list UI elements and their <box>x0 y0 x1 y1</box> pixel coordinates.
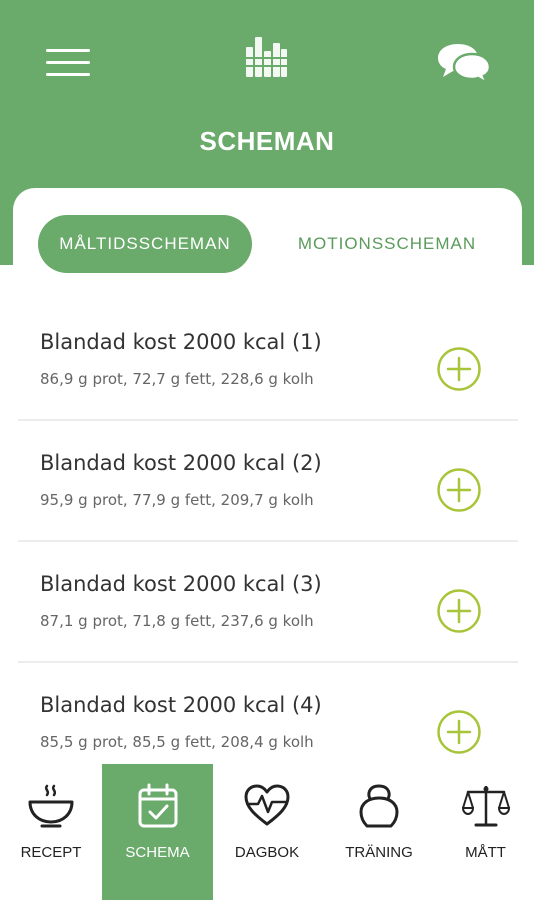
nav-item-dagbok[interactable]: DAGBOK <box>213 764 321 900</box>
plan-title: Blandad kost 2000 kcal (3) <box>40 572 322 596</box>
calendar-icon <box>138 783 177 828</box>
scale-icon <box>461 786 510 827</box>
list-item[interactable]: Blandad kost 2000 kcal (3) 87,1 g prot, … <box>0 542 534 663</box>
bowl-icon <box>28 784 74 828</box>
app-logo-icon <box>246 37 287 77</box>
plan-macros: 85,5 g prot, 85,5 g fett, 208,4 g kolh <box>40 733 314 751</box>
plus-circle-icon[interactable] <box>436 467 482 513</box>
nav-label: MÅTT <box>465 844 506 861</box>
bottom-nav: RECEPT SCHEMA DAGBOK TRÄNING MÅTT <box>0 764 534 900</box>
kettlebell-icon <box>359 784 399 828</box>
plus-circle-icon[interactable] <box>436 346 482 392</box>
chat-icon[interactable] <box>436 40 492 84</box>
heartbeat-icon <box>244 784 290 826</box>
nav-label: TRÄNING <box>345 844 413 861</box>
tab-motionsscheman[interactable]: MOTIONSSCHEMAN <box>282 215 492 273</box>
menu-icon[interactable] <box>46 46 92 78</box>
plan-macros: 95,9 g prot, 77,9 g fett, 209,7 g kolh <box>40 491 314 509</box>
nav-item-recept[interactable]: RECEPT <box>0 764 102 900</box>
tab-maltidsscheman[interactable]: MÅLTIDSSCHEMAN <box>38 215 252 273</box>
nav-item-schema[interactable]: SCHEMA <box>102 764 213 900</box>
nav-label: DAGBOK <box>234 844 300 861</box>
plan-macros: 87,1 g prot, 71,8 g fett, 237,6 g kolh <box>40 612 314 630</box>
page-title: SCHEMAN <box>199 126 335 156</box>
list-item[interactable]: Blandad kost 2000 kcal (2) 95,9 g prot, … <box>0 421 534 542</box>
nav-item-traning[interactable]: TRÄNING <box>321 764 437 900</box>
nav-label: RECEPT <box>20 844 82 861</box>
nav-label: SCHEMA <box>125 844 190 861</box>
plus-circle-icon[interactable] <box>436 709 482 755</box>
list-item[interactable]: Blandad kost 2000 kcal (1) 86,9 g prot, … <box>0 300 534 421</box>
plan-title: Blandad kost 2000 kcal (1) <box>40 330 322 354</box>
plus-circle-icon[interactable] <box>436 588 482 634</box>
plan-title: Blandad kost 2000 kcal (2) <box>40 451 322 475</box>
nav-item-matt[interactable]: MÅTT <box>437 764 534 900</box>
plan-title: Blandad kost 2000 kcal (4) <box>40 693 322 717</box>
plan-macros: 86,9 g prot, 72,7 g fett, 228,6 g kolh <box>40 370 314 388</box>
